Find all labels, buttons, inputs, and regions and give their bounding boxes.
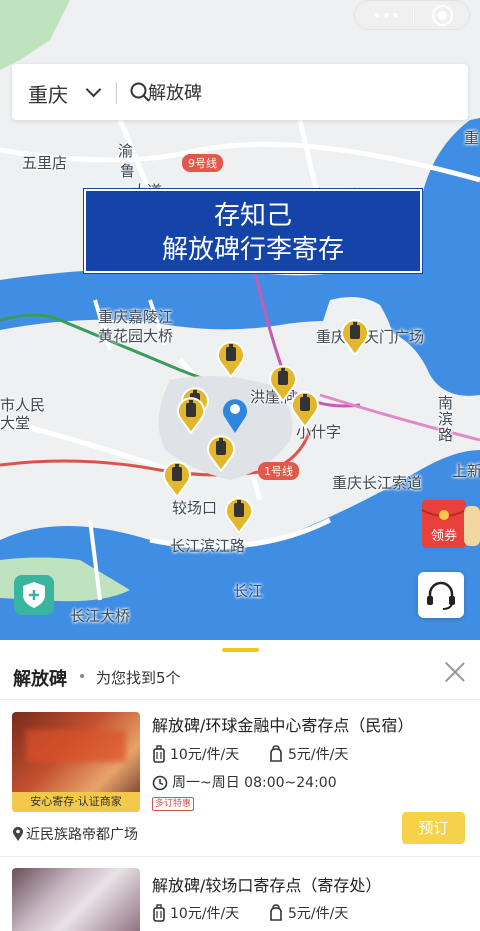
- shield-plus-icon[interactable]: [14, 575, 54, 615]
- coupon-label: 领券: [431, 528, 457, 544]
- map-label-binjiang: 长江滨江路: [170, 537, 246, 555]
- price-large: 5元/件/天: [268, 744, 348, 764]
- mini-program-capsule: •••: [354, 0, 470, 30]
- results-sheet: 解放碑 为您找到5个 安心寄存·认证商家 解放碑/环球金融中心寄存点（民宿） 1…: [0, 640, 480, 931]
- map-label-jialing-bridge-1: 重庆嘉陵江: [98, 308, 174, 326]
- price-large: 5元/件/天: [268, 903, 348, 923]
- store-address: 近民族路帝都广场: [12, 824, 138, 844]
- discount-tag: 多订特惠: [152, 797, 195, 811]
- target-circle-icon[interactable]: [432, 5, 453, 26]
- luggage-pin-icon[interactable]: [340, 316, 370, 356]
- map-label-chongqing-right: 重: [464, 129, 480, 147]
- map-label-wulidian: 五里店: [22, 154, 68, 172]
- list-item[interactable]: 解放碑/较场口寄存点（寄存处） 10元/件/天 5元/件/天: [0, 857, 480, 931]
- banner-subtitle: 解放碑行李寄存: [161, 235, 344, 265]
- luggage-pin-icon[interactable]: [206, 432, 236, 472]
- sheet-drag-handle[interactable]: [222, 648, 259, 652]
- luggage-pin-icon[interactable]: [290, 388, 320, 428]
- map-label-changjiang-bridge: 长江大桥: [70, 607, 131, 625]
- coupon-button[interactable]: 领券: [420, 496, 480, 552]
- book-button[interactable]: 预订: [402, 812, 465, 844]
- map-label-shangxin: 上新: [452, 462, 480, 480]
- map-label-nanbin-3: 路: [438, 426, 454, 444]
- map-label-jialing-bridge-2: 黄花园大桥: [98, 327, 174, 345]
- map-label-lu: 鲁: [120, 162, 136, 180]
- price-small: 10元/件/天: [152, 744, 239, 764]
- store-title: 解放碑/环球金融中心寄存点（民宿）: [152, 716, 414, 735]
- luggage-pin-icon[interactable]: [162, 458, 192, 498]
- luggage-pin-icon[interactable]: [216, 338, 246, 378]
- search-bar: 重庆: [12, 64, 468, 120]
- bag-icon: [270, 745, 282, 762]
- map-label-changjiang: 长江: [233, 582, 264, 600]
- metro-line-9-badge: 9号线: [182, 154, 223, 172]
- close-icon[interactable]: [444, 661, 466, 683]
- headset-icon[interactable]: [418, 572, 464, 618]
- certified-badge: 安心寄存·认证商家: [12, 792, 140, 812]
- opening-hours: 周一~周日 08:00~24:00: [152, 772, 337, 792]
- chevron-down-icon[interactable]: [85, 81, 102, 98]
- search-icon: [130, 82, 150, 102]
- metro-line-1-badge: 1号线: [258, 462, 299, 480]
- search-input[interactable]: [148, 78, 448, 106]
- store-title: 解放碑/较场口寄存点（寄存处）: [152, 876, 382, 895]
- map-label-suodao: 重庆长江索道: [332, 474, 423, 492]
- map-view[interactable]: 五里店 渝 鲁 大道 9号线 长嘉汇购物公园 重庆嘉陵江 黄花园大桥 市人民 大…: [0, 0, 480, 640]
- map-label-jiaochangkou: 较场口: [172, 499, 218, 517]
- location-marker-icon: [223, 399, 247, 433]
- sheet-title: 解放碑: [13, 669, 67, 690]
- bag-icon: [270, 904, 282, 921]
- map-label-tianmen: 天门广场: [364, 328, 425, 346]
- suitcase-small-icon: [153, 904, 165, 922]
- map-label-yu: 渝: [118, 142, 134, 160]
- city-selector[interactable]: 重庆: [28, 79, 68, 108]
- clock-icon: [152, 775, 168, 791]
- list-item[interactable]: 安心寄存·认证商家 解放碑/环球金融中心寄存点（民宿） 10元/件/天 5元/件…: [0, 700, 480, 858]
- map-label-people-2: 大堂: [0, 414, 31, 432]
- banner-title: 存知己: [213, 201, 292, 231]
- location-icon: [13, 826, 23, 841]
- price-small: 10元/件/天: [152, 903, 239, 923]
- luggage-pin-icon[interactable]: [224, 494, 254, 534]
- store-thumbnail: [12, 868, 140, 931]
- store-thumbnail: 安心寄存·认证商家: [12, 712, 140, 812]
- promo-banner: 存知己 解放碑行李寄存: [84, 189, 422, 273]
- more-dots-icon[interactable]: •••: [373, 8, 401, 24]
- result-count: 为您找到5个: [96, 669, 181, 687]
- suitcase-small-icon: [153, 745, 165, 763]
- luggage-pin-icon[interactable]: [176, 394, 206, 434]
